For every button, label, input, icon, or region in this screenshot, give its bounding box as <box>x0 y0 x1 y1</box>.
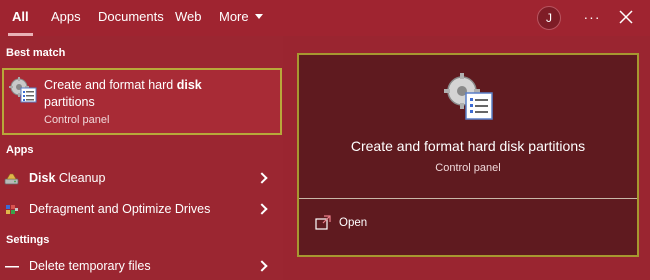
tab-documents[interactable]: Documents <box>98 0 164 36</box>
best-match-title-prefix: Create and format hard <box>44 78 177 92</box>
divider <box>299 198 637 199</box>
search-filter-bar: All Apps Documents Web More J ··· <box>0 0 650 36</box>
preview-subtitle: Control panel <box>435 162 501 174</box>
open-label: Open <box>339 217 368 229</box>
chevron-right-icon[interactable] <box>256 203 268 215</box>
tab-more[interactable]: More <box>219 0 263 36</box>
disk-management-icon <box>9 77 37 103</box>
best-match-heading: Best match <box>6 47 66 59</box>
disk-management-icon <box>444 73 493 120</box>
tab-web[interactable]: Web <box>175 0 202 36</box>
open-icon <box>315 215 331 230</box>
settings-result-delete-temp-files[interactable]: Delete temporary files <box>0 252 283 280</box>
app-result-rest: Cleanup <box>55 171 106 185</box>
app-result-label: Defragment and Optimize Drives <box>29 202 211 216</box>
tab-all[interactable]: All <box>8 0 33 36</box>
best-match-subtitle: Control panel <box>44 114 110 126</box>
tab-apps[interactable]: Apps <box>51 0 81 36</box>
app-result-defragment[interactable]: Defragment and Optimize Drives <box>0 195 283 225</box>
more-options-icon[interactable]: ··· <box>582 5 602 29</box>
best-match-title-highlight: disk <box>176 78 202 92</box>
chevron-right-icon[interactable] <box>256 172 268 184</box>
avatar[interactable]: J <box>537 6 561 30</box>
preview-title: Create and format hard disk partitions <box>350 138 586 154</box>
close-icon[interactable] <box>616 7 636 27</box>
settings-heading: Settings <box>6 234 50 246</box>
best-match-result[interactable]: Create and format hard disk partitions Co… <box>2 68 282 135</box>
preview-pane: Create and format hard disk partitions C… <box>297 53 639 257</box>
chevron-right-icon[interactable] <box>256 260 268 272</box>
app-result-disk-cleanup[interactable]: Disk Cleanup <box>0 164 283 194</box>
app-result-highlight: Disk <box>29 171 56 185</box>
results-list: Best match Create and format hard disk pa… <box>0 36 283 280</box>
tab-more-label: More <box>219 9 249 24</box>
best-match-title-suffix: partitions <box>44 95 95 109</box>
app-result-label: Disk Cleanup <box>29 171 105 185</box>
settings-result-label: Delete temporary files <box>29 259 151 273</box>
delete-icon <box>5 266 19 268</box>
disk-cleanup-icon <box>4 173 19 185</box>
defragment-icon <box>6 205 18 214</box>
best-match-title: Create and format hard disk partitions <box>44 77 274 111</box>
chevron-down-icon <box>254 14 263 20</box>
apps-heading: Apps <box>6 144 34 156</box>
